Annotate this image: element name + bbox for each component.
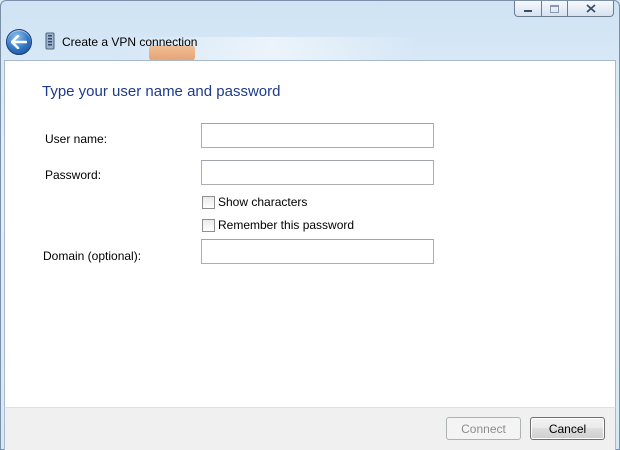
page-title: Type your user name and password [42, 83, 281, 100]
close-button[interactable] [567, 1, 614, 17]
domain-input[interactable] [201, 239, 434, 264]
domain-label: Domain (optional): [43, 249, 142, 263]
minimize-icon [524, 10, 532, 12]
window-title: Create a VPN connection [62, 35, 198, 49]
wizard-footer: Connect Cancel [4, 407, 616, 450]
connect-button[interactable]: Connect [446, 417, 521, 440]
caption-buttons [514, 1, 614, 17]
username-label: User name: [45, 132, 108, 146]
password-input[interactable] [201, 160, 434, 185]
show-characters-option[interactable]: Show characters [202, 195, 307, 209]
maximize-icon [550, 4, 559, 13]
wizard-content: Type your user name and password User na… [4, 60, 616, 407]
username-input[interactable] [201, 123, 434, 148]
cancel-button[interactable]: Cancel [530, 417, 605, 440]
remember-password-checkbox[interactable] [202, 218, 215, 232]
password-label: Password: [45, 168, 102, 182]
back-arrow-icon [11, 35, 27, 49]
show-characters-checkbox[interactable] [202, 195, 215, 209]
minimize-button[interactable] [514, 1, 541, 17]
maximize-button[interactable] [541, 1, 567, 17]
close-icon [585, 4, 596, 13]
remember-password-label: Remember this password [218, 218, 355, 232]
back-button[interactable] [6, 29, 32, 55]
vpn-network-icon [45, 32, 55, 50]
remember-password-option[interactable]: Remember this password [202, 218, 354, 232]
show-characters-label: Show characters [218, 195, 308, 209]
